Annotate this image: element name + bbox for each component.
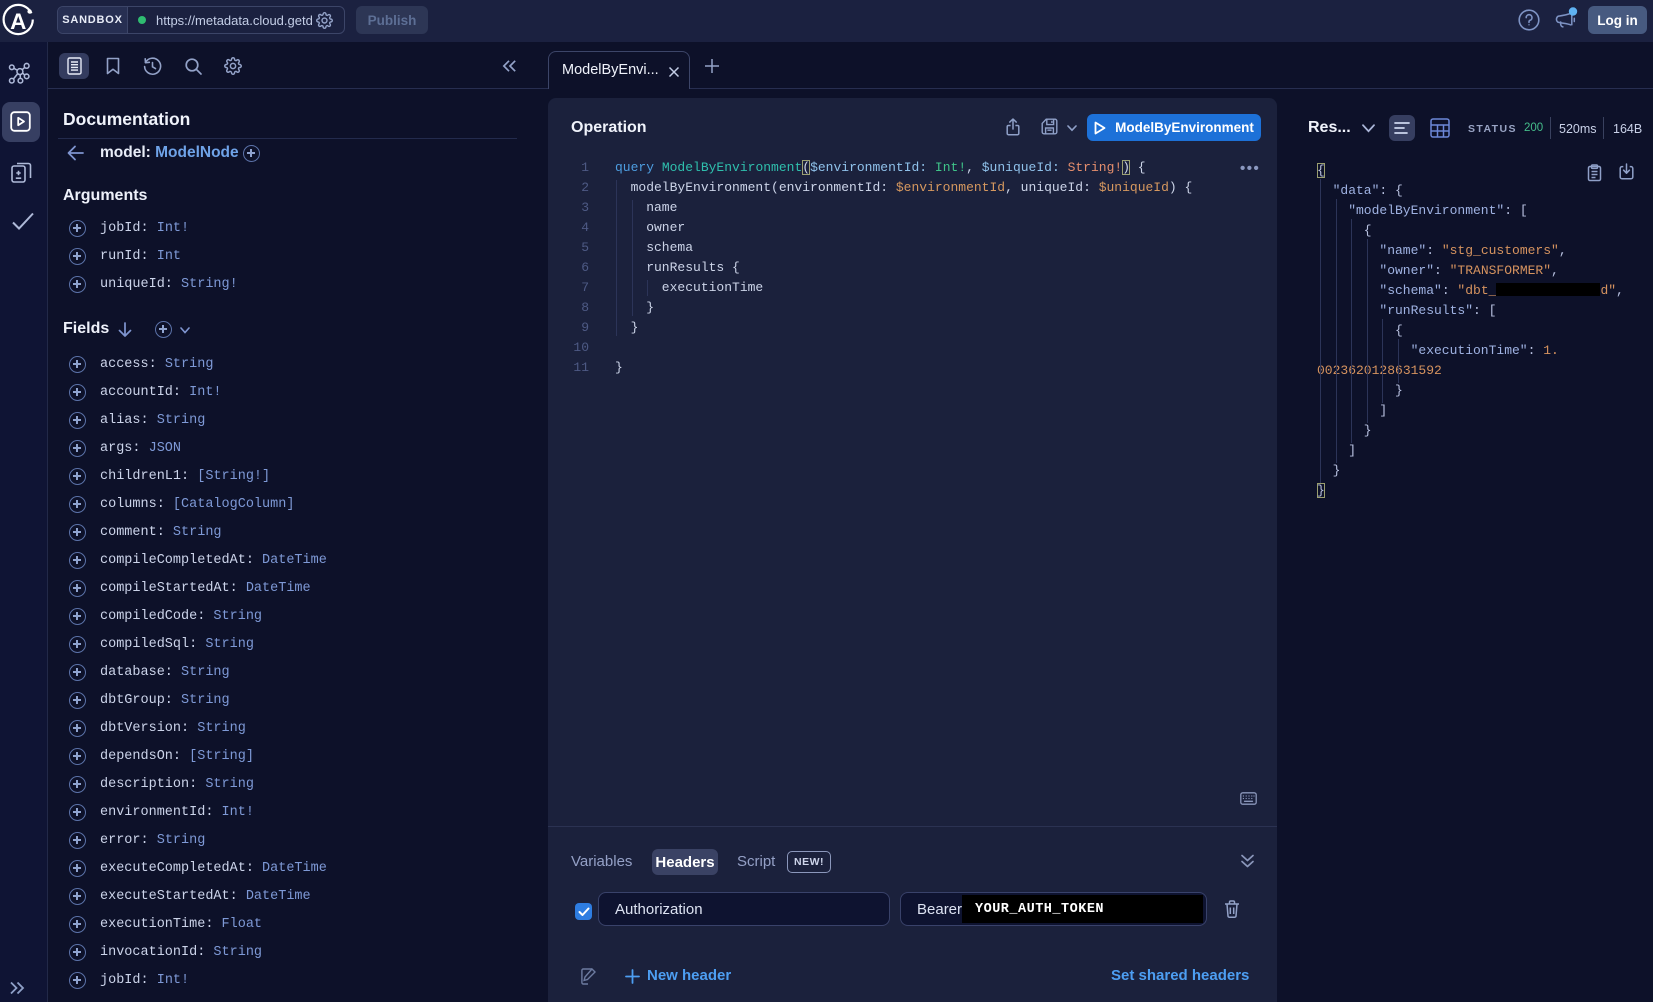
svg-text:A: A — [10, 9, 26, 34]
